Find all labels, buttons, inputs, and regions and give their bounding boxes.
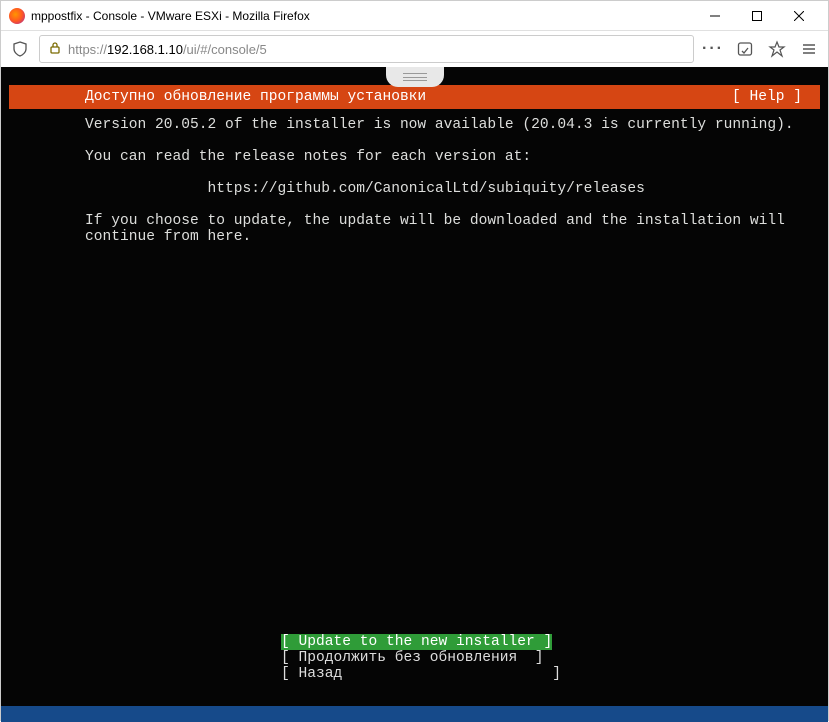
help-button[interactable]: [ Help ] [732, 89, 802, 105]
back-button[interactable]: [ Назад ] [281, 666, 561, 682]
release-url: https://github.com/CanonicalLtd/subiquit… [207, 181, 644, 197]
window-title: mppostfix - Console - VMware ESXi - Mozi… [31, 9, 694, 23]
url-input[interactable]: https://192.168.1.10/ui/#/console/5 [39, 35, 694, 63]
body-line2: You can read the release notes for each … [85, 149, 531, 165]
window-titlebar: mppostfix - Console - VMware ESXi - Mozi… [1, 1, 828, 31]
continue-button[interactable]: [ Продолжить без обновления ] [281, 650, 543, 666]
installer-body: Version 20.05.2 of the installer is now … [9, 109, 820, 245]
url-text: https://192.168.1.10/ui/#/console/5 [68, 42, 267, 57]
vmware-pulldown-handle[interactable] [386, 67, 444, 87]
address-bar: https://192.168.1.10/ui/#/console/5 ··· [1, 31, 828, 67]
firefox-icon [9, 8, 25, 24]
body-line3: If you choose to update, the update will… [85, 213, 794, 245]
vmware-status-bar [1, 706, 828, 722]
installer-buttons: [ Update to the new installer ] [ Продол… [9, 618, 820, 698]
update-button[interactable]: [ Update to the new installer ] [281, 634, 552, 650]
menu-icon[interactable] [798, 38, 820, 60]
installer-screen: Доступно обновление программы установки … [9, 85, 820, 704]
close-button[interactable] [778, 1, 820, 31]
more-icon[interactable]: ··· [702, 38, 724, 60]
installer-title: Доступно обновление программы установки [85, 89, 426, 105]
installer-header: Доступно обновление программы установки … [9, 85, 820, 109]
shield-icon[interactable] [9, 38, 31, 60]
minimize-button[interactable] [694, 1, 736, 31]
body-line1: Version 20.05.2 of the installer is now … [85, 117, 794, 133]
maximize-button[interactable] [736, 1, 778, 31]
reader-icon[interactable] [734, 38, 756, 60]
vmware-console[interactable]: Доступно обновление программы установки … [1, 67, 828, 722]
lock-icon [48, 41, 62, 58]
bookmark-icon[interactable] [766, 38, 788, 60]
